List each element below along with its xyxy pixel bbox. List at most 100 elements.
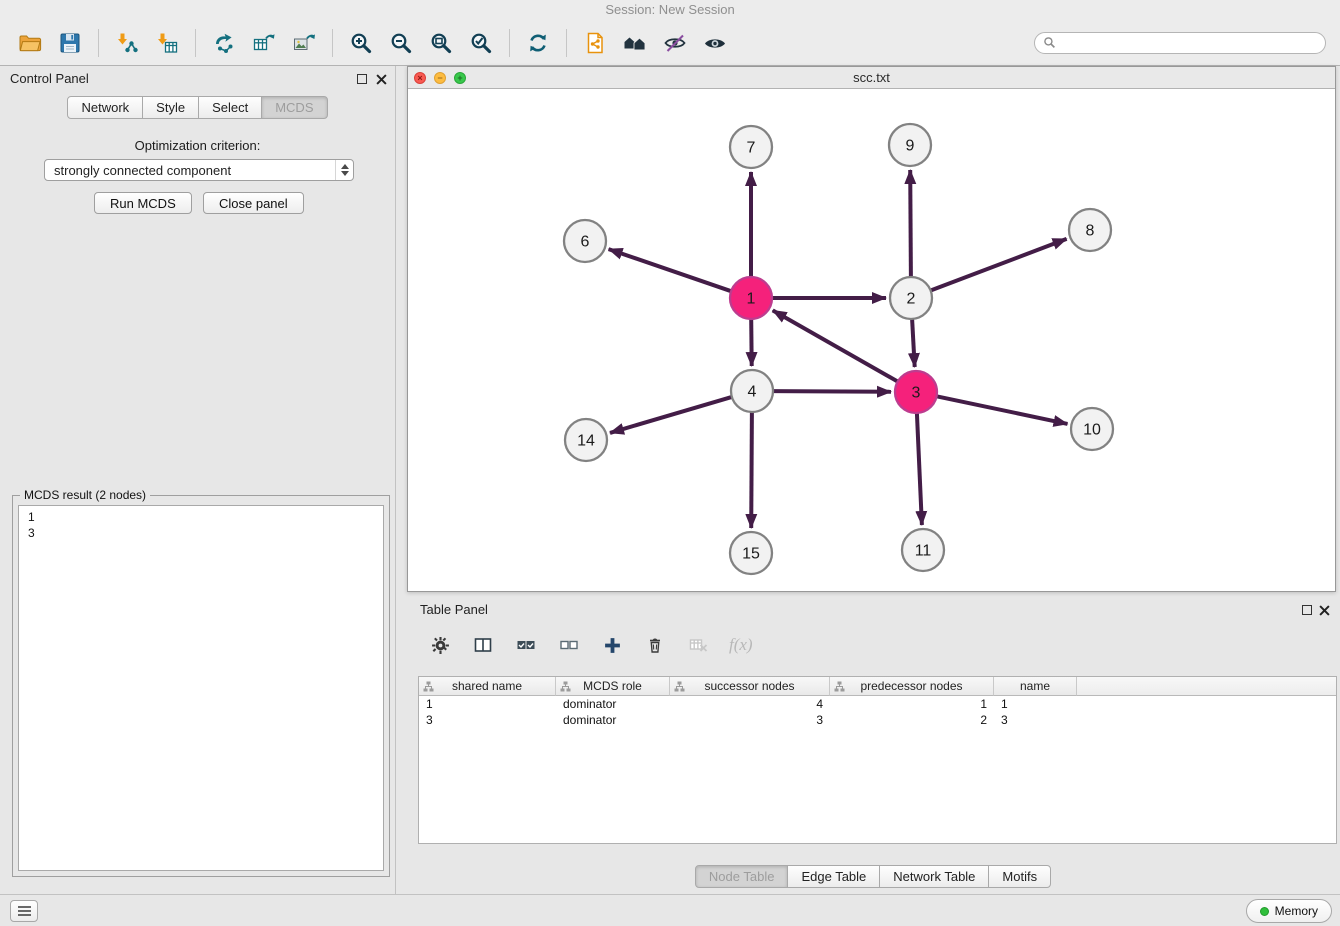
split-column-button[interactable]: [471, 634, 495, 656]
column-label: MCDS role: [583, 679, 642, 693]
open-session-button[interactable]: [14, 27, 46, 59]
export-image-button[interactable]: [288, 27, 320, 59]
float-panel-icon[interactable]: [1302, 605, 1312, 615]
node-label-6: 6: [581, 234, 590, 251]
save-session-button[interactable]: [54, 27, 86, 59]
table-cell[interactable]: 1: [419, 696, 556, 712]
export-image-icon: [292, 31, 316, 55]
node-table: shared name MCDS role successor nodes pr…: [418, 676, 1337, 844]
tab-mcds[interactable]: MCDS: [261, 96, 327, 119]
table-cell[interactable]: 1: [830, 696, 994, 712]
search-input[interactable]: [1061, 36, 1317, 50]
float-panel-icon[interactable]: [357, 74, 367, 84]
deselect-all-button[interactable]: [557, 634, 581, 656]
edge-4-3[interactable]: [773, 391, 891, 392]
memory-button[interactable]: Memory: [1246, 899, 1332, 923]
minimize-window-button[interactable]: −: [434, 72, 446, 84]
column-header-name[interactable]: name: [994, 677, 1077, 696]
table-cell[interactable]: 4: [670, 696, 830, 712]
run-mcds-button[interactable]: Run MCDS: [94, 192, 192, 214]
table-cell[interactable]: dominator: [556, 696, 670, 712]
style-eye-button[interactable]: [659, 27, 691, 59]
edge-3-10[interactable]: [937, 396, 1068, 424]
close-panel-icon[interactable]: [375, 73, 387, 85]
style-eye-icon: [663, 31, 687, 55]
tab-node-table[interactable]: Node Table: [695, 865, 789, 888]
new-network-icon: [212, 31, 236, 55]
control-panel-header: Control Panel: [0, 66, 395, 92]
table-settings-button[interactable]: [428, 634, 452, 656]
mcds-result-line: 3: [28, 525, 374, 541]
column-label: successor nodes: [704, 679, 794, 693]
table-row[interactable]: 3dominator323: [419, 712, 1336, 728]
table-cell[interactable]: 3: [419, 712, 556, 728]
home-button[interactable]: [619, 27, 651, 59]
table-cell[interactable]: 3: [994, 712, 1077, 728]
table-row[interactable]: 1dominator411: [419, 696, 1336, 712]
edge-3-11[interactable]: [917, 413, 922, 525]
table-cell[interactable]: 2: [830, 712, 994, 728]
column-header-successor-nodes[interactable]: successor nodes: [670, 677, 830, 696]
column-header-mcds-role[interactable]: MCDS role: [556, 677, 670, 696]
table-cell[interactable]: 3: [670, 712, 830, 728]
close-panel-icon[interactable]: [1318, 604, 1330, 616]
mcds-result-line: 1: [28, 509, 374, 525]
refresh-icon: [526, 31, 550, 55]
column-type-icon: [423, 681, 434, 695]
apply-layout-button[interactable]: [522, 27, 554, 59]
show-graphics-details-button[interactable]: [699, 27, 731, 59]
maximize-window-button[interactable]: +: [454, 72, 466, 84]
import-table-button[interactable]: [151, 27, 183, 59]
table-cell[interactable]: dominator: [556, 712, 670, 728]
zoom-selected-button[interactable]: [465, 27, 497, 59]
edge-4-14[interactable]: [610, 397, 732, 433]
import-network-button[interactable]: [111, 27, 143, 59]
edge-2-8[interactable]: [931, 239, 1067, 291]
zoom-out-button[interactable]: [385, 27, 417, 59]
mcds-result-text-area[interactable]: 13: [18, 505, 384, 871]
share-document-button[interactable]: [579, 27, 611, 59]
edge-4-15[interactable]: [751, 412, 752, 528]
edge-3-1[interactable]: [773, 310, 898, 381]
tab-network[interactable]: Network: [67, 96, 143, 119]
search-icon: [1043, 36, 1056, 49]
window-title: Session: New Session: [0, 0, 1340, 20]
zoom-fit-button[interactable]: [425, 27, 457, 59]
close-panel-button[interactable]: Close panel: [203, 192, 304, 214]
edge-1-6[interactable]: [609, 249, 732, 291]
zoom-in-button[interactable]: [345, 27, 377, 59]
criterion-dropdown[interactable]: strongly connected component: [44, 159, 354, 181]
tab-network-table[interactable]: Network Table: [879, 865, 989, 888]
export-table-icon: [252, 31, 276, 55]
close-window-button[interactable]: ×: [414, 72, 426, 84]
control-panel-tabs: Network Style Select MCDS: [0, 96, 395, 119]
tab-edge-table[interactable]: Edge Table: [787, 865, 880, 888]
tab-select[interactable]: Select: [198, 96, 262, 119]
show-panels-button[interactable]: [10, 900, 38, 922]
edge-1-4[interactable]: [751, 319, 752, 366]
table-panel-header: Table Panel: [406, 597, 1340, 623]
edge-2-9[interactable]: [910, 170, 911, 277]
select-all-button[interactable]: [514, 634, 538, 656]
table-cell[interactable]: 1: [994, 696, 1077, 712]
export-table-button[interactable]: [248, 27, 280, 59]
new-network-button[interactable]: [208, 27, 240, 59]
plus-icon: [603, 636, 622, 655]
column-label: name: [1020, 679, 1050, 693]
network-window-titlebar[interactable]: × − + scc.txt: [408, 67, 1335, 89]
column-header-shared-name[interactable]: shared name: [419, 677, 556, 696]
delete-column-button[interactable]: [643, 634, 667, 656]
tab-motifs[interactable]: Motifs: [988, 865, 1051, 888]
node-label-10: 10: [1083, 422, 1101, 439]
column-header-predecessor-nodes[interactable]: predecessor nodes: [830, 677, 994, 696]
search-box[interactable]: [1034, 32, 1326, 54]
edge-2-3[interactable]: [912, 319, 915, 367]
tab-style[interactable]: Style: [142, 96, 199, 119]
network-graph[interactable]: 7968124314101511: [408, 89, 1335, 591]
network-canvas[interactable]: 7968124314101511: [408, 89, 1335, 591]
memory-status-dot: [1260, 907, 1269, 916]
table-toolbar: f(x): [406, 627, 753, 663]
node-label-15: 15: [742, 546, 760, 563]
list-icon: [17, 905, 32, 917]
add-column-button[interactable]: [600, 634, 624, 656]
